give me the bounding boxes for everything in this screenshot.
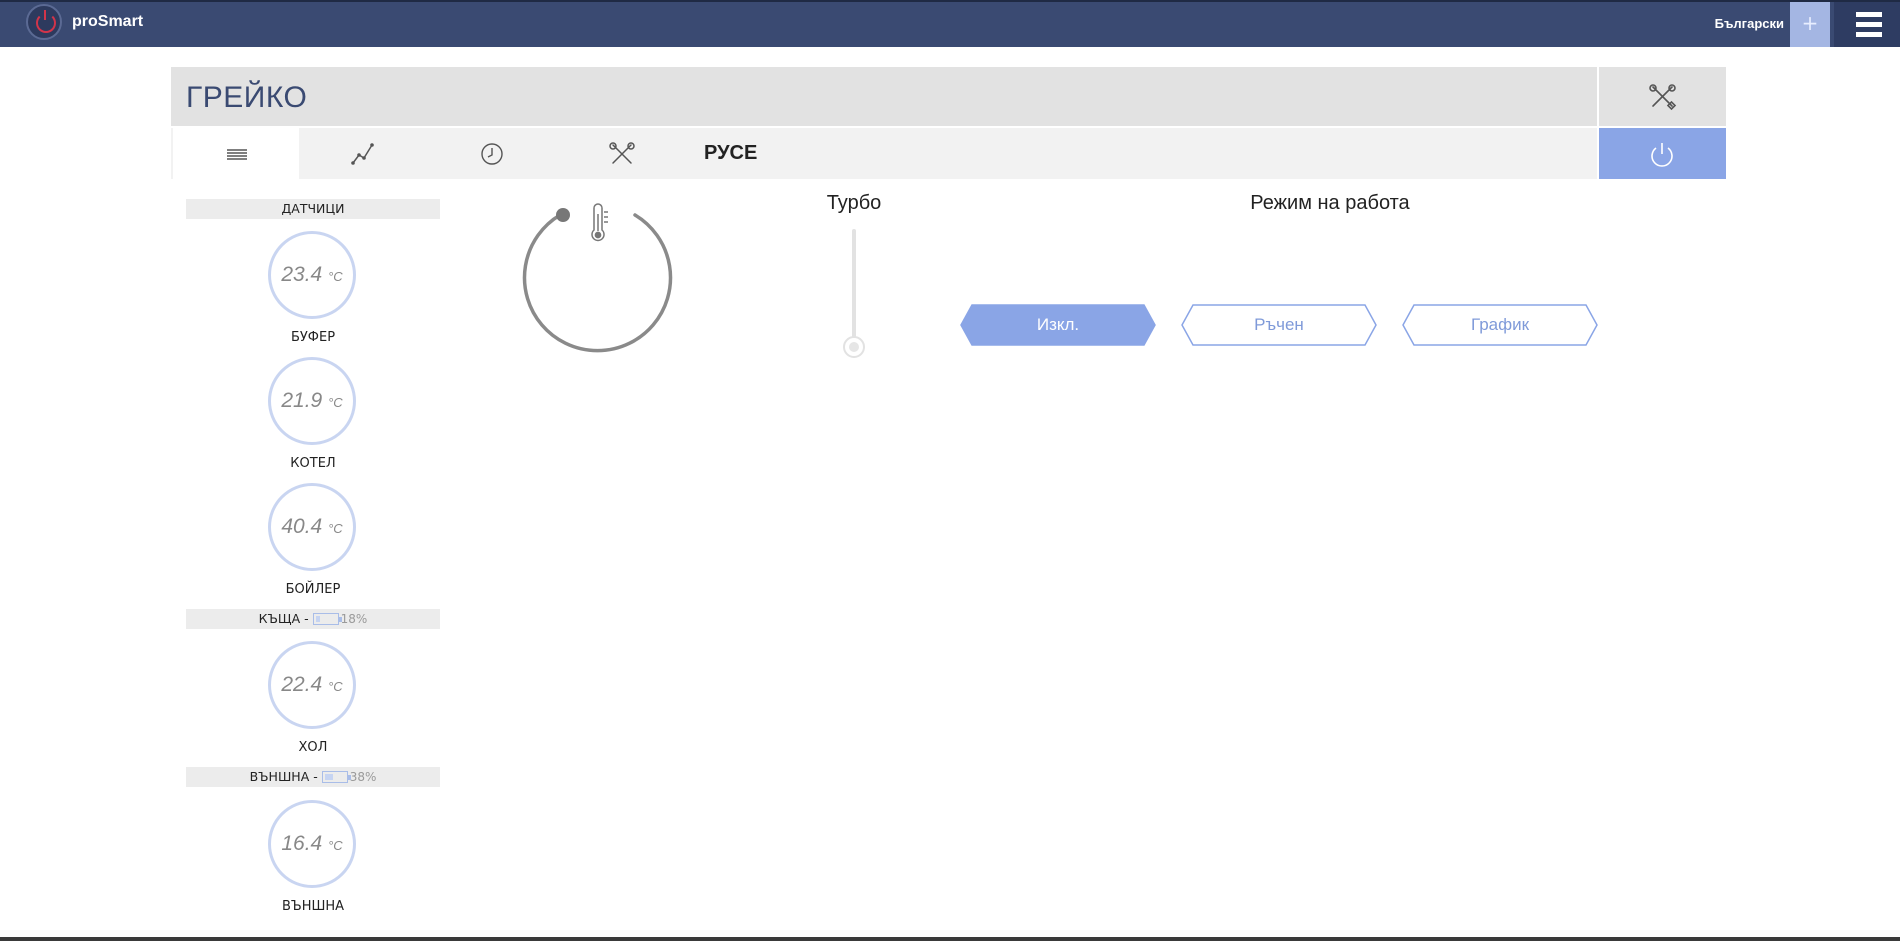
section-title-text: КЪЩА - xyxy=(258,611,309,626)
turbo-slider-handle[interactable] xyxy=(843,336,865,358)
house-section-title: КЪЩА - 18% xyxy=(186,609,440,629)
battery-fill xyxy=(315,615,320,622)
brand-name[interactable]: proSmart xyxy=(72,13,143,31)
battery-percent: 18% xyxy=(340,612,368,626)
dial-handle[interactable] xyxy=(556,208,570,222)
plus-icon: + xyxy=(1801,11,1819,35)
sensor-gauge-boiler-kotel[interactable]: 21.9 °C xyxy=(268,357,356,445)
sensor-value: 21.9 xyxy=(281,389,323,412)
mode-label: Режим на работа xyxy=(1250,192,1410,214)
mode-button-label: Ръчен xyxy=(1254,315,1304,334)
tab-charts[interactable] xyxy=(299,128,425,179)
battery-icon xyxy=(321,770,351,783)
tab-settings[interactable] xyxy=(557,128,683,179)
power-button[interactable] xyxy=(1599,128,1726,179)
power-icon xyxy=(1651,143,1673,167)
tab-overview[interactable] xyxy=(173,128,299,179)
prosmart-logo-icon[interactable] xyxy=(26,4,62,40)
sensor-gauge-water-heater[interactable]: 40.4 °C xyxy=(268,483,356,571)
sensor-name: ВЪНШНА xyxy=(281,899,345,914)
thermometer-icon xyxy=(591,203,608,242)
page-title: ГРЕЙКО xyxy=(186,81,308,114)
mode-manual-button[interactable]: Ръчен xyxy=(1181,304,1377,346)
list-icon xyxy=(227,149,247,160)
sensor-value: 22.4 xyxy=(281,673,323,696)
battery-fill xyxy=(324,773,333,780)
outside-section-title: ВЪНШНА - 38% xyxy=(186,767,440,787)
bottom-border xyxy=(0,937,1900,941)
tools-icon xyxy=(609,142,635,164)
sensor-unit: °C xyxy=(328,838,343,853)
mode-off-button[interactable]: Изкл. xyxy=(960,304,1156,346)
sensor-name: ХОЛ xyxy=(298,740,328,755)
sensors-section-title: ДАТЧИЦИ xyxy=(186,199,440,219)
turbo-slider-track[interactable] xyxy=(852,229,856,349)
sensor-unit: °C xyxy=(328,395,343,410)
battery-icon xyxy=(312,612,342,625)
sensor-unit: °C xyxy=(328,679,343,694)
sensor-value: 40.4 xyxy=(281,515,323,538)
sensor-gauge-outside[interactable]: 16.4 °C xyxy=(268,800,356,888)
sensor-unit: °C xyxy=(328,269,343,284)
language-selector[interactable]: Български xyxy=(1715,16,1784,31)
battery-percent: 38% xyxy=(349,770,377,784)
hamburger-icon xyxy=(1856,32,1882,37)
turbo-label: Турбо xyxy=(826,192,882,214)
thermostat-dial[interactable] xyxy=(518,200,678,360)
hamburger-icon xyxy=(1856,12,1882,17)
menu-button[interactable] xyxy=(1834,2,1900,47)
device-tabs: РУСЕ xyxy=(171,128,1597,179)
tab-schedule[interactable] xyxy=(428,128,554,179)
device-settings-button[interactable] xyxy=(1599,67,1726,126)
sensor-value: 23.4 xyxy=(281,263,323,286)
top-navbar: proSmart Български + xyxy=(0,0,1900,47)
sensor-value: 16.4 xyxy=(281,832,323,855)
mode-button-label: Изкл. xyxy=(1036,315,1080,334)
mode-schedule-button[interactable]: График xyxy=(1402,304,1598,346)
sensor-name: БОЙЛЕР xyxy=(285,582,341,597)
sensor-unit: °C xyxy=(328,521,343,536)
sensor-name: БУФЕР xyxy=(290,330,336,345)
mode-button-label: График xyxy=(1470,315,1530,334)
tools-icon xyxy=(1649,84,1677,111)
chart-line-icon xyxy=(351,143,374,165)
device-header: ГРЕЙКО xyxy=(171,67,1597,126)
sensor-gauge-living-room[interactable]: 22.4 °C xyxy=(268,641,356,729)
clock-icon xyxy=(481,143,503,165)
section-title-text: ВЪНШНА - xyxy=(249,769,318,784)
sensor-gauge-buffer[interactable]: 23.4 °C xyxy=(268,231,356,319)
hamburger-icon xyxy=(1856,22,1882,27)
city-label: РУСЕ xyxy=(704,142,758,164)
sensor-name: КОТЕЛ xyxy=(290,456,336,471)
add-button[interactable]: + xyxy=(1790,2,1830,47)
